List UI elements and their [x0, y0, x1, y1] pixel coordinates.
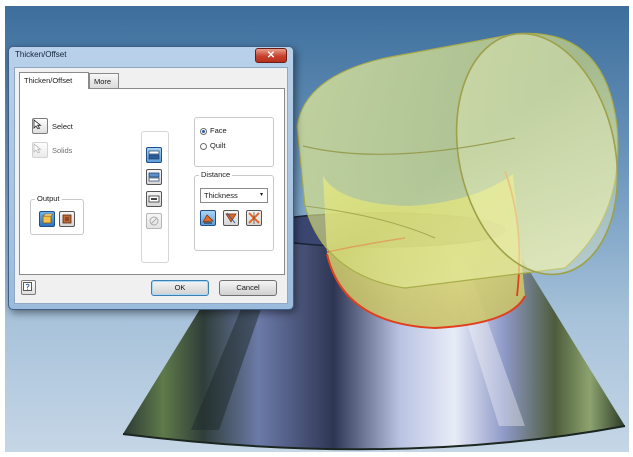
output-group-title: Output [35, 194, 62, 203]
help-button[interactable] [21, 280, 36, 295]
output-group: Output [30, 194, 84, 235]
cut-button[interactable] [146, 169, 162, 185]
tab-thicken-offset[interactable]: Thicken/Offset [19, 72, 89, 89]
dialog-titlebar[interactable]: Thicken/Offset ✕ [9, 47, 293, 64]
quilt-radio[interactable] [200, 143, 207, 150]
output-solid-button[interactable] [39, 211, 55, 227]
face-radio[interactable] [200, 128, 207, 135]
cursor-arrow-icon [33, 119, 42, 129]
direction-two-icon [225, 212, 237, 224]
select-label: Select [52, 122, 73, 131]
close-icon: ✕ [266, 50, 276, 61]
distance-select-value: Thickness [204, 191, 238, 200]
tab-panel: Select Solids Output Face Quilt Distance… [19, 88, 285, 275]
join-button[interactable] [146, 147, 162, 163]
solids-button[interactable] [32, 142, 48, 158]
face-label: Face [210, 126, 227, 135]
help-icon [23, 282, 32, 291]
direction-two-button[interactable] [223, 210, 239, 226]
distance-group-title: Distance [199, 170, 233, 179]
join-operation-icon [148, 150, 160, 160]
new-solid-button[interactable] [146, 213, 162, 229]
solid-output-icon [42, 213, 54, 224]
symmetric-direction-icon [248, 212, 260, 224]
intersect-operation-icon [148, 195, 160, 203]
operation-column [141, 131, 169, 263]
solids-cursor-icon [33, 143, 42, 153]
direction-one-icon [202, 214, 214, 224]
thicken-offset-dialog: Thicken/Offset ✕ Thicken/Offset More Sel… [8, 46, 294, 310]
close-button[interactable]: ✕ [255, 48, 287, 63]
new-solid-icon [149, 216, 159, 226]
dialog-client-area: Thicken/Offset More Select Solids Output… [14, 67, 288, 304]
surface-output-icon [62, 214, 72, 224]
direction-one-button[interactable] [200, 210, 216, 226]
ok-button[interactable]: OK [151, 280, 209, 296]
3d-viewport[interactable]: Thicken/Offset ✕ Thicken/Offset More Sel… [5, 6, 629, 452]
cut-operation-icon [148, 172, 160, 182]
dialog-title: Thicken/Offset [15, 50, 67, 59]
distance-select[interactable]: Thickness ▾ [200, 188, 268, 203]
symmetric-button[interactable] [246, 210, 262, 226]
select-button[interactable] [32, 118, 48, 134]
tab-more[interactable]: More [89, 73, 119, 88]
chevron-down-icon: ▾ [259, 192, 263, 198]
intersect-button[interactable] [146, 191, 162, 207]
solids-label: Solids [52, 146, 73, 155]
distance-group: Distance Thickness ▾ [194, 170, 274, 251]
mode-group: Face Quilt [194, 117, 274, 167]
output-surface-button[interactable] [59, 211, 75, 227]
cancel-button[interactable]: Cancel [219, 280, 277, 296]
quilt-label: Quilt [210, 141, 226, 150]
